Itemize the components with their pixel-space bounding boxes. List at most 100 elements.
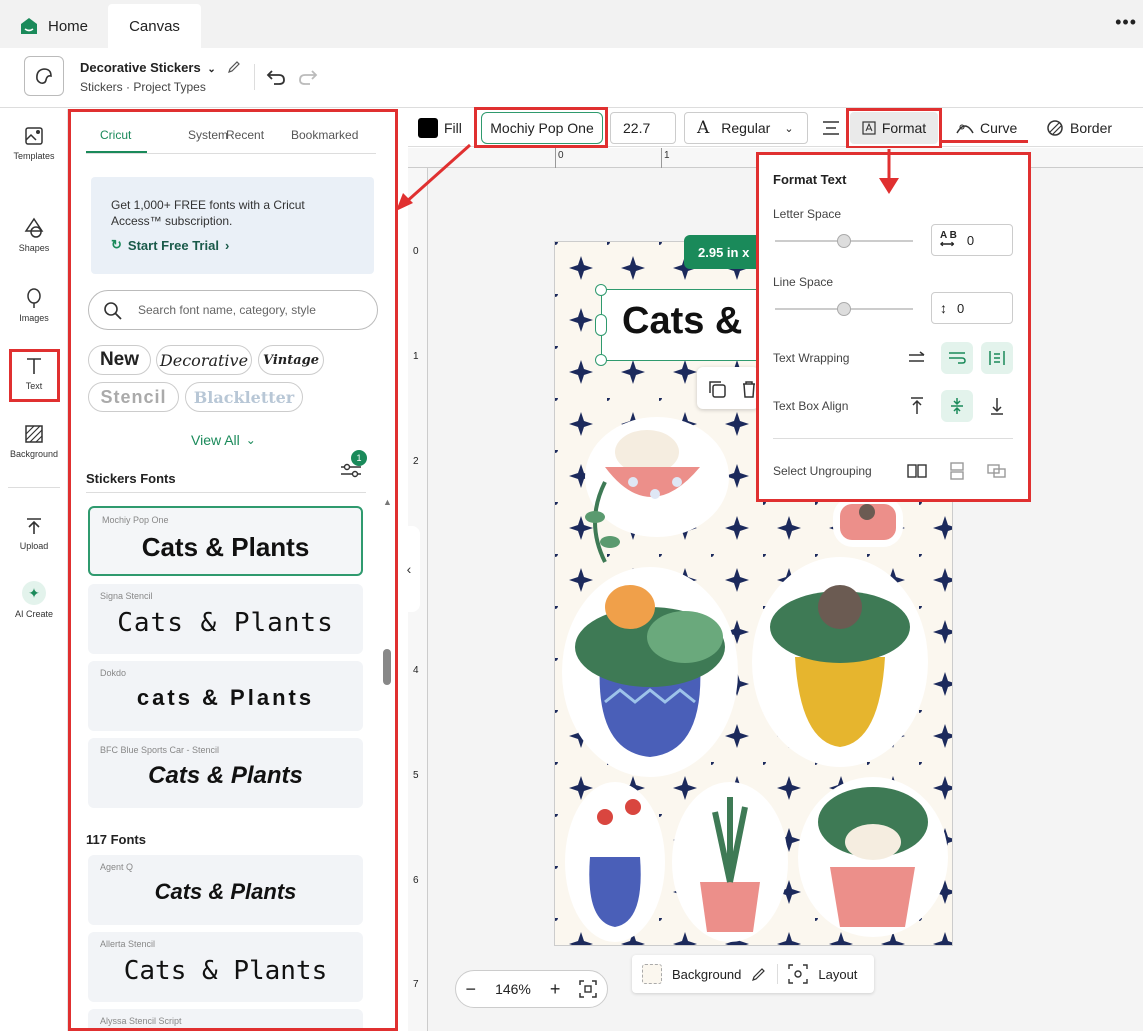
highlight-underline — [940, 140, 1028, 143]
resize-handle[interactable] — [595, 314, 607, 336]
zoom-in-button[interactable]: + — [550, 979, 561, 1000]
promo-banner: Get 1,000+ FREE fonts with a Cricut Acce… — [91, 177, 374, 274]
divider — [8, 487, 60, 488]
text-selection-box[interactable]: Cats & — [601, 289, 761, 361]
font-search-input[interactable]: Search font name, category, style — [88, 290, 378, 330]
align-icon[interactable] — [822, 119, 840, 137]
ungroup-layers-button[interactable] — [981, 455, 1013, 487]
line-space-slider[interactable] — [775, 302, 913, 316]
text-highlight-box — [9, 349, 60, 402]
align-bottom-icon — [991, 398, 1003, 415]
slider-knob[interactable] — [837, 234, 851, 248]
font-card[interactable]: Agent Q Cats & Plants — [88, 855, 363, 925]
background-swatch-icon[interactable] — [642, 964, 662, 984]
start-trial-link[interactable]: ↻ Start Free Trial › — [111, 237, 229, 253]
tab-system[interactable]: System — [188, 128, 228, 142]
layout-button-label[interactable]: Layout — [818, 967, 857, 982]
tab-home-label: Home — [48, 17, 89, 35]
duplicate-icon[interactable] — [707, 379, 727, 399]
text-box-align-label: Text Box Align — [773, 399, 849, 413]
slider-knob[interactable] — [837, 302, 851, 316]
rail-templates[interactable]: Templates — [0, 125, 68, 161]
resize-handle[interactable] — [595, 354, 607, 366]
align-bottom-button[interactable] — [981, 390, 1013, 422]
tab-canvas[interactable]: Canvas — [108, 4, 201, 48]
start-trial-label: Start Free Trial — [127, 237, 219, 253]
font-card[interactable]: Allerta Stencil Cats & Plants — [88, 932, 363, 1002]
scroll-thumb[interactable] — [383, 649, 391, 685]
filter-button[interactable]: 1 — [339, 450, 367, 485]
align-middle-button[interactable] — [941, 390, 973, 422]
tab-cricut[interactable]: Cricut — [100, 128, 131, 142]
rail-upload[interactable]: Upload — [0, 515, 68, 551]
edit-background-icon[interactable] — [751, 966, 767, 982]
align-top-icon — [911, 397, 923, 414]
wrap-icon — [949, 352, 966, 364]
search-icon — [104, 302, 122, 320]
tab-home[interactable]: Home — [8, 4, 108, 48]
redo-icon[interactable] — [297, 65, 319, 87]
font-sample: Cats & Plants — [148, 762, 303, 789]
wrap-text-button[interactable] — [941, 342, 973, 374]
font-card[interactable]: Signa Stencil Cats & Plants — [88, 584, 363, 654]
font-card[interactable]: BFC Blue Sports Car - Stencil Cats & Pla… — [88, 738, 363, 808]
canvas-text[interactable]: Cats & — [622, 300, 742, 343]
tab-bookmarked[interactable]: Bookmarked — [291, 128, 358, 142]
resize-handle[interactable] — [595, 284, 607, 296]
ungroup-letters-icon — [907, 464, 927, 478]
chip-vintage[interactable]: Vintage — [258, 345, 324, 375]
scrollbar[interactable]: ▲ — [383, 497, 392, 1027]
zoom-out-button[interactable]: − — [466, 979, 477, 1000]
arrow-right-icon — [909, 351, 925, 362]
divider — [86, 492, 366, 493]
font-name: BFC Blue Sports Car - Stencil — [100, 745, 220, 755]
ungroup-letters-button[interactable] — [901, 455, 933, 487]
wrap-none-button[interactable] — [901, 342, 933, 374]
rail-images[interactable]: Images — [0, 287, 68, 323]
chip-new[interactable]: New — [88, 345, 151, 375]
ruler-label: 1 — [413, 351, 419, 362]
font-sample: Cats & Plants — [117, 608, 334, 638]
edit-pencil-icon[interactable] — [227, 60, 241, 74]
font-card[interactable]: Alyssa Stencil Script — [88, 1009, 363, 1028]
layout-icon[interactable] — [788, 964, 809, 984]
yellow-pot-sticker — [752, 557, 928, 767]
font-name: Allerta Stencil — [100, 939, 156, 949]
ungroup-lines-button[interactable] — [941, 455, 973, 487]
border-label: Border — [1070, 120, 1113, 136]
rail-ai-create[interactable]: ✦ AI Create — [0, 581, 68, 619]
project-thumbnail[interactable] — [24, 56, 64, 96]
more-menu-icon[interactable]: ••• — [1115, 12, 1137, 33]
chip-blackletter[interactable]: Blackletter — [185, 382, 303, 412]
align-top-button[interactable] — [901, 390, 933, 422]
chip-stencil[interactable]: Stencil — [88, 382, 179, 412]
tab-bar: Home Canvas ••• — [0, 0, 1143, 48]
font-card[interactable]: Dokdo cats & Plants — [88, 661, 363, 731]
fill-control[interactable]: Fill — [418, 112, 462, 144]
font-card-selected[interactable]: Mochiy Pop One Cats & Plants — [88, 506, 363, 576]
wrap-box-icon — [989, 351, 1005, 365]
letter-space-input[interactable]: A B ⟷ 0 — [931, 224, 1013, 256]
collapse-panel-button[interactable]: ‹ — [398, 526, 420, 612]
scroll-up-icon[interactable]: ▲ — [383, 497, 392, 507]
size-badge: 2.95 in x — [684, 235, 764, 269]
tab-recent[interactable]: Recent — [226, 128, 264, 142]
rail-templates-label: Templates — [13, 151, 55, 161]
background-button-label[interactable]: Background — [672, 967, 741, 982]
format-highlight-box — [846, 108, 942, 149]
letter-space-slider[interactable] — [775, 234, 913, 248]
border-button[interactable]: Border — [1046, 112, 1112, 144]
bottom-stickers — [565, 777, 948, 942]
font-size-input[interactable]: 22.7 — [610, 112, 676, 144]
fit-screen-icon[interactable] — [579, 980, 598, 998]
rail-background[interactable]: Background — [0, 423, 68, 459]
view-all-link[interactable]: View All ⌄ — [191, 432, 256, 448]
font-style-select[interactable]: A Regular ⌄ — [684, 112, 808, 144]
wrap-box-button[interactable] — [981, 342, 1013, 374]
rail-shapes[interactable]: Shapes — [0, 217, 68, 253]
line-space-input[interactable]: ↕ 0 — [931, 292, 1013, 324]
project-title[interactable]: Decorative Stickers ⌄ — [80, 60, 241, 75]
delete-icon[interactable] — [741, 379, 757, 399]
chip-decorative[interactable]: Decorative — [156, 345, 252, 375]
undo-icon[interactable] — [265, 65, 287, 87]
